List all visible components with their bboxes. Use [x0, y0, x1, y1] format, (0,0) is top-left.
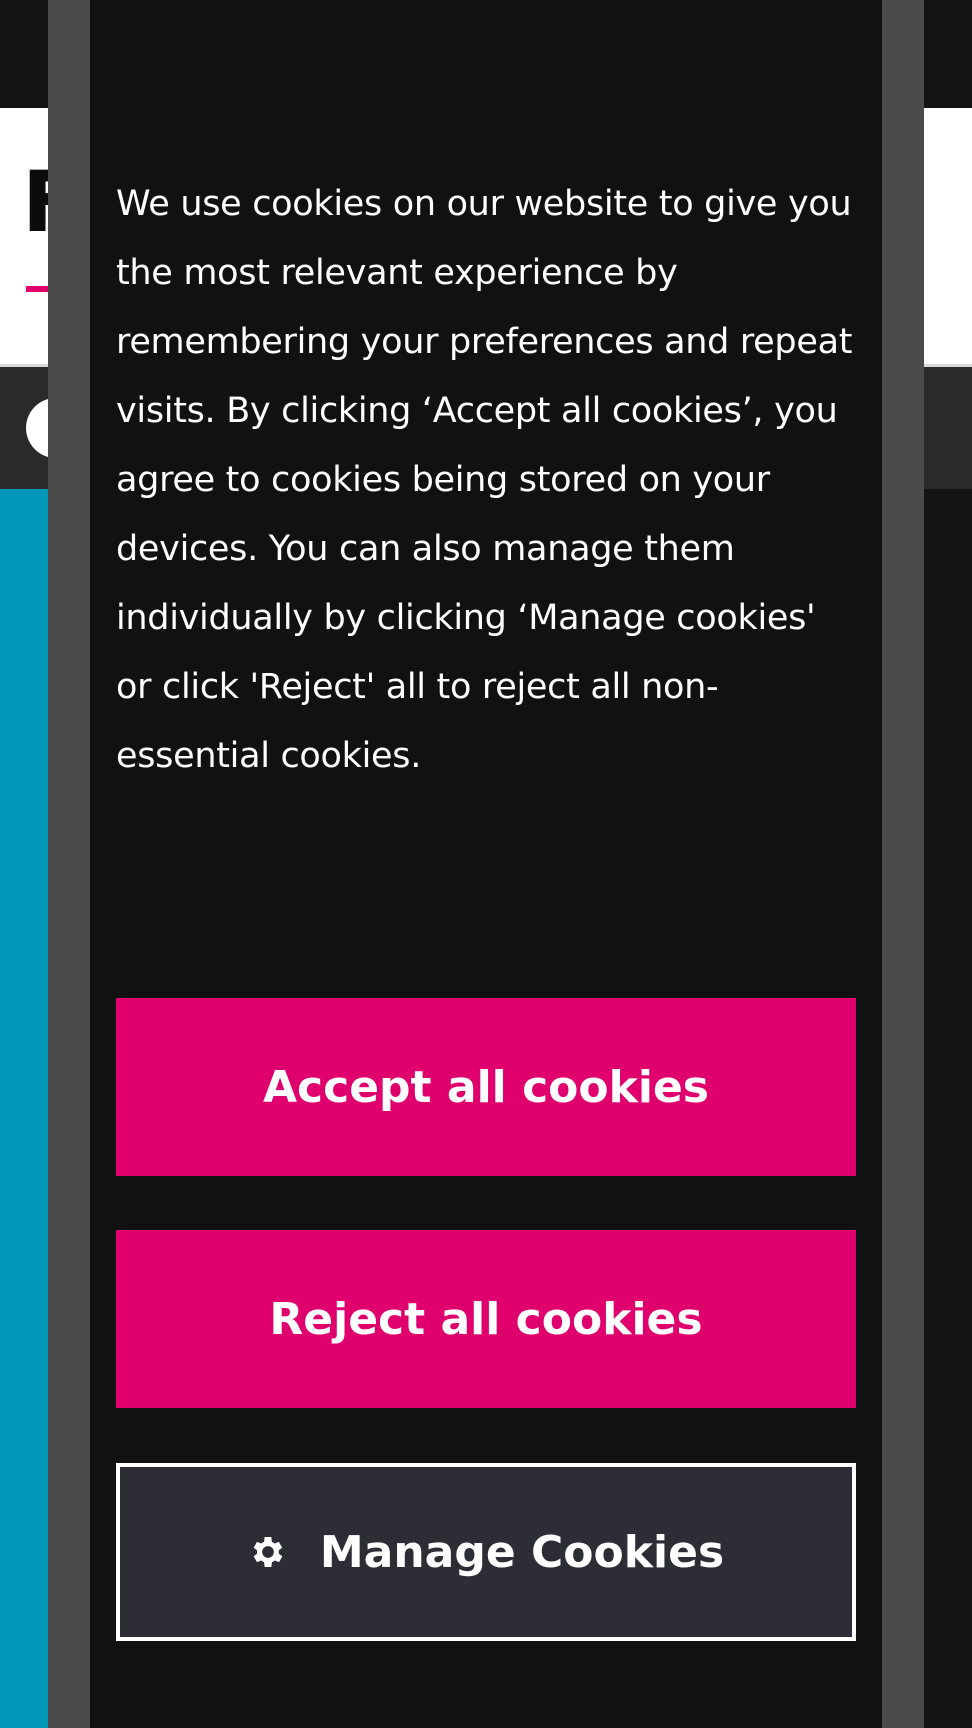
site-logo-underline [26, 286, 50, 292]
cookie-consent-message: We use cookies on our website to give yo… [116, 184, 853, 776]
manage-cookies-label: Manage Cookies [319, 1526, 725, 1578]
site-logo[interactable]: F [22, 160, 48, 244]
gear-icon [248, 1532, 288, 1572]
cookie-consent-modal: We use cookies on our website to give yo… [48, 0, 924, 1728]
cookie-consent-panel: We use cookies on our website to give yo… [90, 0, 882, 1728]
reject-all-cookies-label: Reject all cookies [269, 1293, 703, 1345]
page-content-edge [924, 489, 972, 1728]
accept-all-cookies-button[interactable]: Accept all cookies [116, 998, 856, 1176]
manage-cookies-button[interactable]: Manage Cookies [116, 1463, 856, 1641]
hero-banner [0, 489, 48, 1728]
reject-all-cookies-button[interactable]: Reject all cookies [116, 1230, 856, 1408]
accept-all-cookies-label: Accept all cookies [263, 1061, 709, 1113]
